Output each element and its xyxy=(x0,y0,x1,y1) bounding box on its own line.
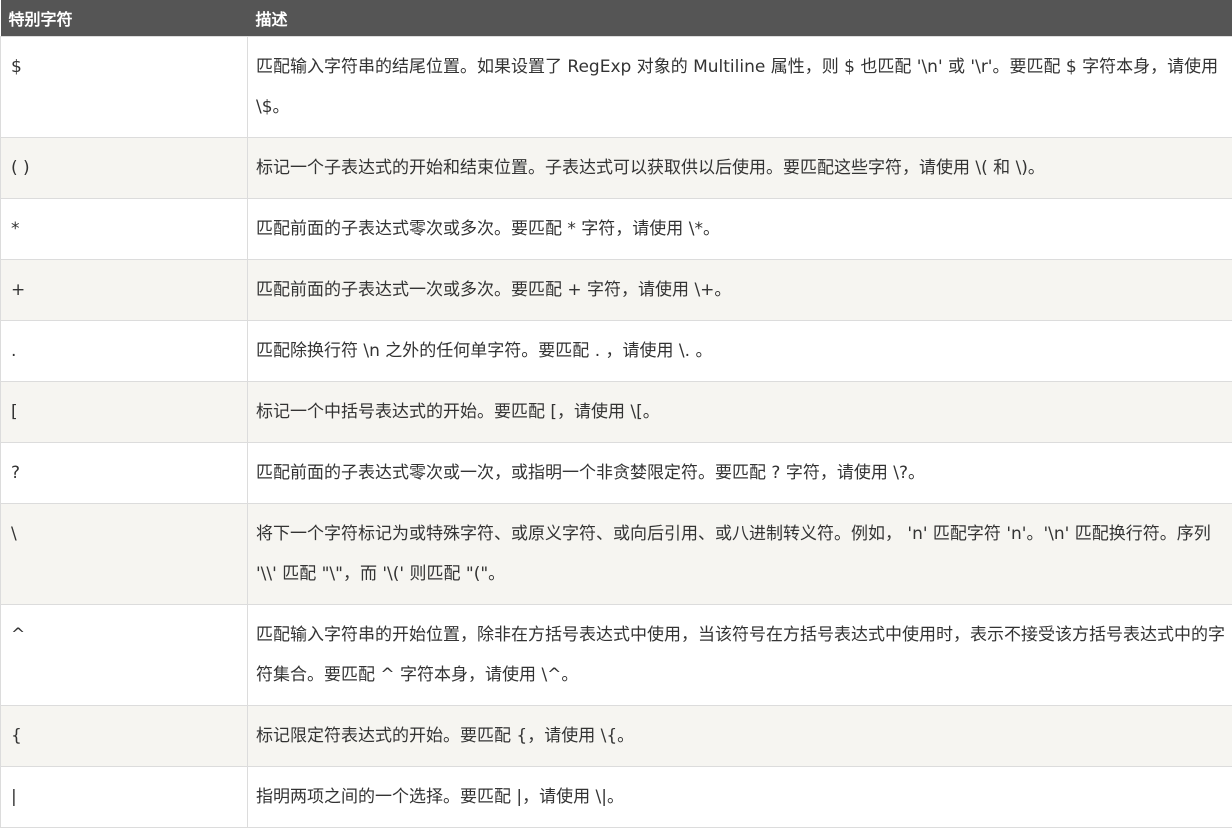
description-cell: 指明两项之间的一个选择。要匹配 |，请使用 \|。 xyxy=(248,767,1232,828)
table-body: $ 匹配输入字符串的结尾位置。如果设置了 RegExp 对象的 Multilin… xyxy=(1,37,1232,828)
table-row: + 匹配前面的子表达式一次或多次。要匹配 + 字符，请使用 \+。 xyxy=(1,260,1232,321)
special-char-cell: [ xyxy=(1,382,248,443)
header-special-char: 特别字符 xyxy=(1,0,248,37)
description-cell: 标记一个中括号表达式的开始。要匹配 [，请使用 \[。 xyxy=(248,382,1232,443)
special-char-cell: \ xyxy=(1,504,248,605)
special-char-cell: + xyxy=(1,260,248,321)
table-header: 特别字符 描述 xyxy=(1,0,1232,37)
special-char-cell: ? xyxy=(1,443,248,504)
special-char-cell: . xyxy=(1,321,248,382)
description-cell: 匹配输入字符串的开始位置，除非在方括号表达式中使用，当该符号在方括号表达式中使用… xyxy=(248,605,1232,706)
special-char-cell: $ xyxy=(1,37,248,138)
special-char-cell: ^ xyxy=(1,605,248,706)
description-cell: 匹配前面的子表达式零次或多次。要匹配 * 字符，请使用 \*。 xyxy=(248,199,1232,260)
special-chars-table: 特别字符 描述 $ 匹配输入字符串的结尾位置。如果设置了 RegExp 对象的 … xyxy=(0,0,1232,828)
description-cell: 匹配前面的子表达式一次或多次。要匹配 + 字符，请使用 \+。 xyxy=(248,260,1232,321)
table-row: | 指明两项之间的一个选择。要匹配 |，请使用 \|。 xyxy=(1,767,1232,828)
table-row: [ 标记一个中括号表达式的开始。要匹配 [，请使用 \[。 xyxy=(1,382,1232,443)
description-cell: 匹配前面的子表达式零次或一次，或指明一个非贪婪限定符。要匹配 ? 字符，请使用 … xyxy=(248,443,1232,504)
table-row: . 匹配除换行符 \n 之外的任何单字符。要匹配 . ，请使用 \. 。 xyxy=(1,321,1232,382)
table-row: ^ 匹配输入字符串的开始位置，除非在方括号表达式中使用，当该符号在方括号表达式中… xyxy=(1,605,1232,706)
description-cell: 匹配输入字符串的结尾位置。如果设置了 RegExp 对象的 Multiline … xyxy=(248,37,1232,138)
description-cell: 标记一个子表达式的开始和结束位置。子表达式可以获取供以后使用。要匹配这些字符，请… xyxy=(248,138,1232,199)
header-row: 特别字符 描述 xyxy=(1,0,1232,37)
table-row: { 标记限定符表达式的开始。要匹配 {，请使用 \{。 xyxy=(1,706,1232,767)
special-char-cell: { xyxy=(1,706,248,767)
table-row: ? 匹配前面的子表达式零次或一次，或指明一个非贪婪限定符。要匹配 ? 字符，请使… xyxy=(1,443,1232,504)
table-row: * 匹配前面的子表达式零次或多次。要匹配 * 字符，请使用 \*。 xyxy=(1,199,1232,260)
description-cell: 标记限定符表达式的开始。要匹配 {，请使用 \{。 xyxy=(248,706,1232,767)
header-description: 描述 xyxy=(248,0,1232,37)
description-cell: 匹配除换行符 \n 之外的任何单字符。要匹配 . ，请使用 \. 。 xyxy=(248,321,1232,382)
table-row: \ 将下一个字符标记为或特殊字符、或原义字符、或向后引用、或八进制转义符。例如，… xyxy=(1,504,1232,605)
description-cell: 将下一个字符标记为或特殊字符、或原义字符、或向后引用、或八进制转义符。例如， '… xyxy=(248,504,1232,605)
special-char-cell: * xyxy=(1,199,248,260)
table-row: ( ) 标记一个子表达式的开始和结束位置。子表达式可以获取供以后使用。要匹配这些… xyxy=(1,138,1232,199)
special-char-cell: ( ) xyxy=(1,138,248,199)
special-char-cell: | xyxy=(1,767,248,828)
table-row: $ 匹配输入字符串的结尾位置。如果设置了 RegExp 对象的 Multilin… xyxy=(1,37,1232,138)
